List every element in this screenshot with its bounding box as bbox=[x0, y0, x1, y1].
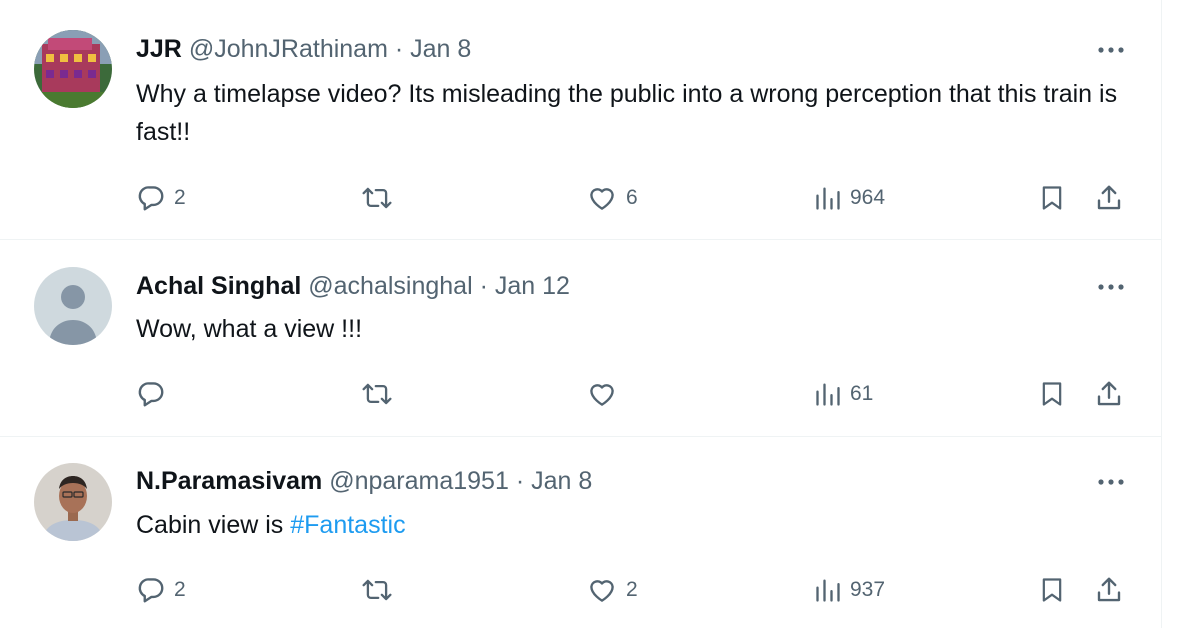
avatar[interactable] bbox=[34, 30, 112, 108]
tweet-actions: 2 2 937 bbox=[0, 573, 1162, 607]
upload-icon bbox=[1097, 577, 1121, 602]
display-name[interactable]: JJR bbox=[136, 35, 182, 63]
bookmark-icon bbox=[1042, 578, 1062, 602]
like-button[interactable]: 6 bbox=[586, 181, 638, 215]
tweet-text: Wow, what a view !!! bbox=[136, 315, 363, 343]
tweet-achal-singhal[interactable]: Achal Singhal @achalsinghal · Jan 12 Wow… bbox=[0, 240, 1162, 437]
tweet-date[interactable]: Jan 12 bbox=[495, 272, 570, 300]
heart-icon bbox=[590, 384, 614, 406]
bookmark-button[interactable] bbox=[1038, 377, 1066, 411]
display-name[interactable]: N.Paramasivam bbox=[136, 467, 322, 495]
reply-count: 2 bbox=[174, 186, 186, 209]
bookmark-button[interactable] bbox=[1038, 573, 1066, 607]
retweet-button[interactable] bbox=[360, 181, 402, 215]
tweet-header: N.Paramasivam @nparama1951 · Jan 8 bbox=[136, 466, 592, 496]
avatar[interactable] bbox=[34, 267, 112, 345]
like-count: 6 bbox=[626, 186, 638, 209]
view-count: 937 bbox=[850, 578, 886, 601]
tweet-date[interactable]: Jan 8 bbox=[531, 467, 592, 495]
retweet-button[interactable] bbox=[360, 573, 402, 607]
tweet-header: Achal Singhal @achalsinghal · Jan 12 bbox=[136, 271, 570, 301]
tweet-text: Cabin view is #Fantastic bbox=[136, 506, 1126, 544]
retweet-icon bbox=[362, 187, 392, 209]
share-button[interactable] bbox=[1094, 181, 1124, 215]
bookmark-icon bbox=[1042, 186, 1062, 210]
share-button[interactable] bbox=[1094, 377, 1124, 411]
reply-count: 2 bbox=[174, 578, 186, 601]
tweet-actions: 61 bbox=[0, 377, 1162, 411]
reply-button[interactable]: 2 bbox=[136, 181, 186, 215]
upload-icon bbox=[1097, 381, 1121, 406]
separator-dot: · bbox=[394, 35, 404, 63]
heart-icon bbox=[590, 580, 614, 602]
bar-chart-icon bbox=[816, 187, 840, 210]
reply-button[interactable] bbox=[136, 377, 174, 411]
avatar[interactable] bbox=[34, 463, 112, 541]
reply-button[interactable]: 2 bbox=[136, 573, 186, 607]
reply-feed: JJR @JohnJRathinam · Jan 8 Why a timelap… bbox=[0, 0, 1162, 628]
tweet-actions: 2 6 964 bbox=[0, 181, 1162, 215]
tweet-n-paramasivam[interactable]: N.Paramasivam @nparama1951 · Jan 8 Cabin… bbox=[0, 437, 1162, 628]
reply-icon bbox=[138, 578, 164, 603]
like-button[interactable] bbox=[586, 377, 626, 411]
more-options-button[interactable] bbox=[1094, 470, 1128, 494]
bookmark-icon bbox=[1042, 382, 1062, 406]
tweet-text-prefix: Cabin view is bbox=[136, 511, 291, 539]
three-dots-icon bbox=[1098, 47, 1124, 53]
reply-icon bbox=[138, 382, 164, 407]
display-name[interactable]: Achal Singhal bbox=[136, 272, 301, 300]
share-button[interactable] bbox=[1094, 573, 1124, 607]
retweet-icon bbox=[362, 383, 392, 405]
user-handle[interactable]: @JohnJRathinam bbox=[189, 35, 388, 63]
three-dots-icon bbox=[1098, 284, 1124, 290]
upload-icon bbox=[1097, 185, 1121, 210]
bar-chart-icon bbox=[816, 383, 840, 406]
tweet-date[interactable]: Jan 8 bbox=[410, 35, 471, 63]
separator-dot: · bbox=[515, 467, 525, 495]
retweet-button[interactable] bbox=[360, 377, 402, 411]
three-dots-icon bbox=[1098, 479, 1124, 485]
views-button[interactable]: 61 bbox=[814, 377, 873, 411]
reply-icon bbox=[138, 186, 164, 211]
like-count: 2 bbox=[626, 578, 638, 601]
more-options-button[interactable] bbox=[1094, 38, 1128, 62]
more-options-button[interactable] bbox=[1094, 275, 1128, 299]
like-button[interactable]: 2 bbox=[586, 573, 638, 607]
view-count: 964 bbox=[850, 186, 886, 209]
tweet-header: JJR @JohnJRathinam · Jan 8 bbox=[136, 34, 471, 64]
hashtag-link[interactable]: #Fantastic bbox=[290, 511, 405, 539]
tweet-text: Why a timelapse video? Its misleading th… bbox=[136, 80, 1118, 146]
views-button[interactable]: 937 bbox=[814, 573, 885, 607]
view-count: 61 bbox=[850, 382, 874, 405]
default-avatar-icon bbox=[49, 285, 97, 345]
tweet-jjr[interactable]: JJR @JohnJRathinam · Jan 8 Why a timelap… bbox=[0, 0, 1162, 240]
user-handle[interactable]: @nparama1951 bbox=[329, 467, 509, 495]
user-handle[interactable]: @achalsinghal bbox=[308, 272, 472, 300]
bookmark-button[interactable] bbox=[1038, 181, 1066, 215]
separator-dot: · bbox=[479, 272, 488, 300]
bar-chart-icon bbox=[816, 579, 840, 602]
heart-icon bbox=[590, 188, 614, 210]
views-button[interactable]: 964 bbox=[814, 181, 885, 215]
retweet-icon bbox=[362, 579, 392, 601]
